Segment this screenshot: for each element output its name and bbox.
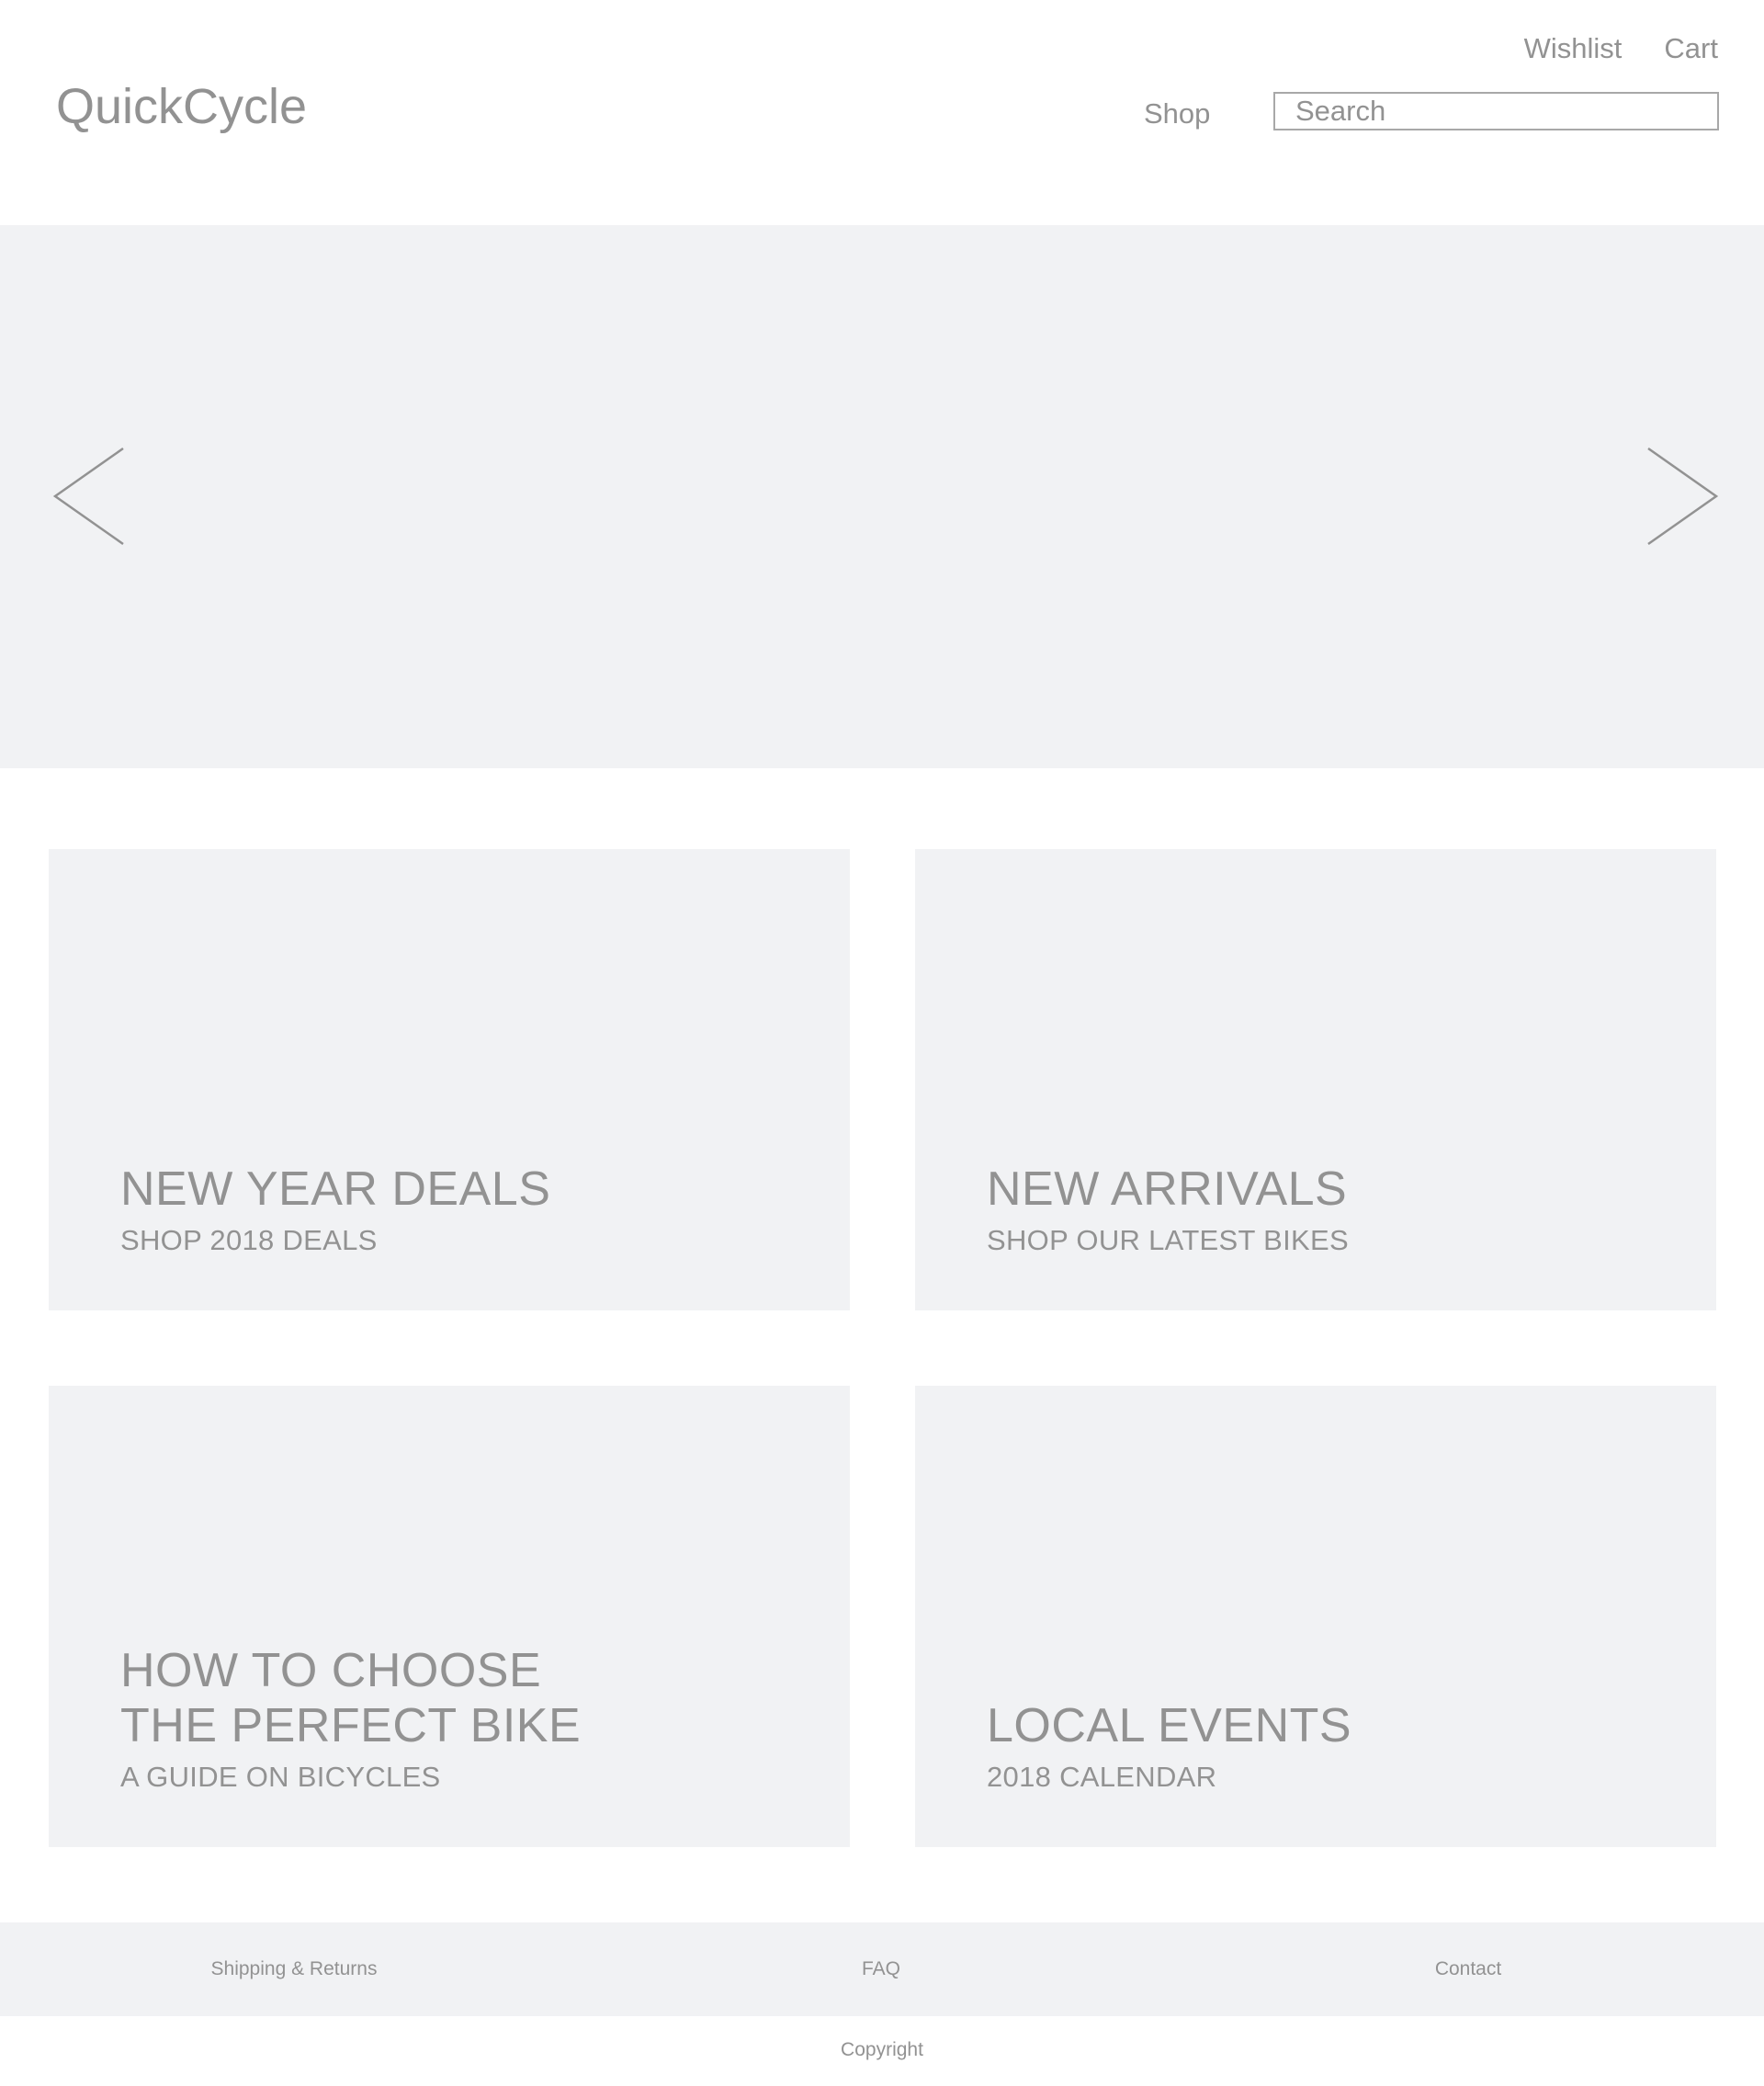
promo-card-bike-guide[interactable]: HOW TO CHOOSE THE PERFECT BIKE A GUIDE O… (49, 1386, 850, 1847)
card-title-line-1: HOW TO CHOOSE (120, 1644, 542, 1697)
card-title-line-2: THE PERFECT BIKE (120, 1699, 582, 1752)
card-title: LOCAL EVENTS (987, 1699, 1352, 1752)
chevron-left-icon (52, 447, 124, 546)
card-title: NEW YEAR DEALS (120, 1162, 551, 1216)
footer-link-contact[interactable]: Contact (1435, 1957, 1501, 1981)
card-subtitle: SHOP 2018 DEALS (120, 1224, 378, 1256)
card-text: NEW YEAR DEALS SHOP 2018 DEALS (120, 1162, 550, 1259)
site-logo[interactable]: QuickCycle (56, 77, 307, 136)
card-subtitle: SHOP OUR LATEST BIKES (987, 1224, 1349, 1256)
card-text: LOCAL EVENTS 2018 CALENDAR (987, 1698, 1351, 1796)
footer-link-shipping-returns[interactable]: Shipping & Returns (211, 1957, 378, 1981)
footer-link-faq[interactable]: FAQ (862, 1957, 900, 1981)
promo-card-local-events[interactable]: LOCAL EVENTS 2018 CALENDAR (915, 1386, 1716, 1847)
card-subtitle: A GUIDE ON BICYCLES (120, 1761, 441, 1793)
search-input[interactable] (1273, 92, 1719, 130)
carousel-next-button[interactable] (1646, 446, 1720, 547)
card-subtitle: 2018 CALENDAR (987, 1761, 1217, 1793)
cart-link[interactable]: Cart (1664, 31, 1718, 66)
copyright-text: Copyright (841, 2039, 923, 2060)
promo-card-new-arrivals[interactable]: NEW ARRIVALS SHOP OUR LATEST BIKES (915, 849, 1716, 1310)
card-title: NEW ARRIVALS (987, 1162, 1348, 1216)
card-text: NEW ARRIVALS SHOP OUR LATEST BIKES (987, 1162, 1349, 1259)
utility-nav: Wishlist Cart (1524, 31, 1718, 66)
footer: Shipping & Returns FAQ Contact (0, 1922, 1764, 2016)
promo-card-new-year-deals[interactable]: NEW YEAR DEALS SHOP 2018 DEALS (49, 849, 850, 1310)
card-text: HOW TO CHOOSE THE PERFECT BIKE A GUIDE O… (120, 1643, 581, 1796)
hero-carousel (0, 225, 1764, 768)
page: QuickCycle Wishlist Cart Shop NEW YEAR D… (0, 0, 1764, 2086)
shop-nav-link[interactable]: Shop (1144, 96, 1210, 131)
carousel-prev-button[interactable] (51, 446, 125, 547)
wishlist-link[interactable]: Wishlist (1524, 31, 1623, 66)
chevron-right-icon (1647, 447, 1719, 546)
